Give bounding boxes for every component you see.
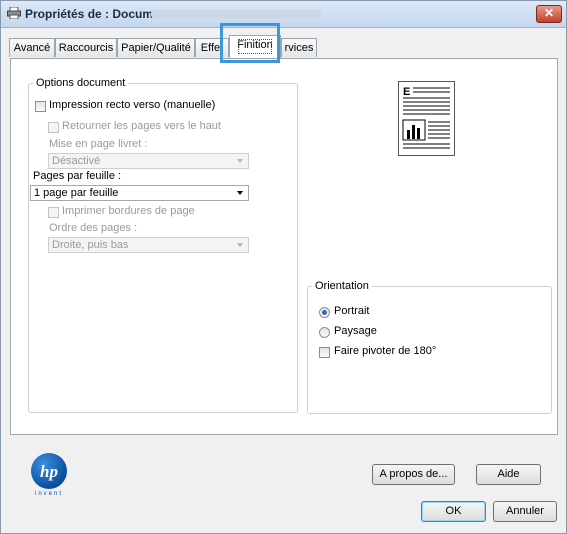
tab-raccourcis[interactable]: Raccourcis bbox=[55, 38, 117, 57]
hp-logo-mark: hp bbox=[40, 462, 58, 481]
chevron-down-icon bbox=[237, 159, 243, 163]
finition-panel: Options document Impression recto verso … bbox=[10, 58, 558, 435]
preview-letter: E bbox=[403, 86, 410, 98]
duplex-label: Impression recto verso (manuelle) bbox=[49, 99, 216, 111]
properties-window: Propriétés de : Document ✕ Avancé Raccou… bbox=[0, 0, 567, 534]
tab-finition-callout bbox=[220, 23, 280, 63]
portrait-radio[interactable] bbox=[319, 307, 330, 318]
rotate-180-label: Faire pivoter de 180° bbox=[334, 345, 437, 357]
page-order-value: Droite, puis bas bbox=[52, 239, 129, 251]
tab-avance[interactable]: Avancé bbox=[9, 38, 55, 57]
flip-pages-label: Retourner les pages vers le haut bbox=[62, 120, 221, 132]
ok-button[interactable]: OK bbox=[421, 501, 486, 522]
about-button[interactable]: A propos de... bbox=[372, 464, 455, 485]
flip-pages-checkbox[interactable] bbox=[48, 122, 59, 133]
page-borders-checkbox[interactable] bbox=[48, 207, 59, 218]
booklet-label: Mise en page livret : bbox=[49, 138, 148, 150]
landscape-label: Paysage bbox=[334, 325, 377, 337]
orientation-legend: Orientation bbox=[312, 280, 372, 292]
pages-per-sheet-label: Pages par feuille : bbox=[33, 170, 122, 182]
tab-services[interactable]: rvices bbox=[281, 38, 317, 57]
close-button[interactable]: ✕ bbox=[536, 5, 562, 23]
portrait-label: Portrait bbox=[334, 305, 370, 317]
window-title: Propriétés de : Document bbox=[25, 7, 172, 21]
page-order-select[interactable]: Droite, puis bas bbox=[48, 237, 249, 253]
duplex-checkbox[interactable] bbox=[35, 101, 46, 112]
booklet-select[interactable]: Désactivé bbox=[48, 153, 249, 169]
hp-logo-letters: hp bbox=[40, 462, 58, 481]
hp-invent-text: invent bbox=[34, 491, 63, 497]
chevron-down-icon bbox=[237, 243, 243, 247]
landscape-radio[interactable] bbox=[319, 327, 330, 338]
page-order-label: Ordre des pages : bbox=[49, 222, 138, 234]
printer-icon bbox=[7, 7, 21, 19]
chevron-down-icon bbox=[237, 191, 243, 195]
tab-papier-qualite[interactable]: Papier/Qualité bbox=[117, 38, 195, 57]
cancel-button[interactable]: Annuler bbox=[493, 501, 557, 522]
page-borders-label: Imprimer bordures de page bbox=[62, 205, 195, 217]
title-bar: Propriétés de : Document ✕ bbox=[1, 1, 566, 28]
rotate-180-checkbox[interactable] bbox=[319, 347, 330, 358]
title-redacted bbox=[151, 10, 321, 18]
help-button[interactable]: Aide bbox=[476, 464, 541, 485]
document-preview-image: E bbox=[402, 86, 450, 149]
document-preview: E bbox=[398, 81, 455, 156]
pages-per-sheet-select[interactable]: 1 page par feuille bbox=[30, 185, 249, 201]
booklet-value: Désactivé bbox=[52, 155, 101, 167]
options-document-legend: Options document bbox=[33, 77, 129, 89]
radio-selected-dot bbox=[322, 310, 327, 315]
pages-per-sheet-value: 1 page par feuille bbox=[34, 187, 119, 199]
hp-logo-icon: hp bbox=[31, 453, 67, 489]
